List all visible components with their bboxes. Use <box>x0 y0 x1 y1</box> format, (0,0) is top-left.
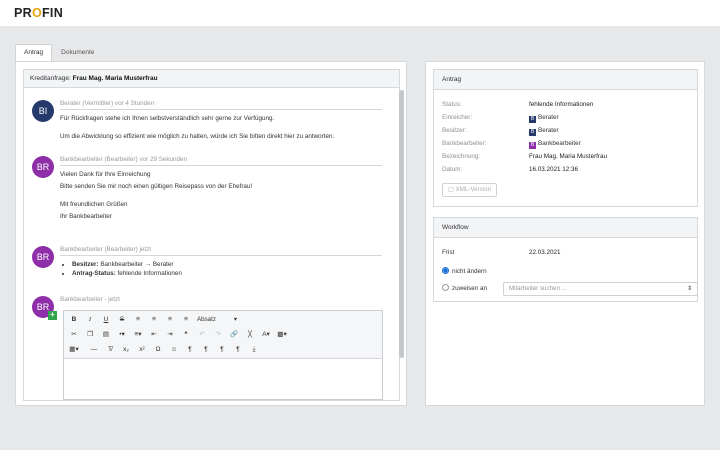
show-blocks-icon[interactable]: ¶ <box>230 343 246 356</box>
profin-logo[interactable]: PROFIN <box>14 6 63 20</box>
italic-button[interactable]: I <box>82 313 98 326</box>
file-icon: ▢ <box>448 186 454 193</box>
avatar: BI <box>32 100 54 122</box>
undo-icon[interactable]: ↶ <box>194 328 210 341</box>
ltr-icon[interactable]: ¶ <box>182 343 198 356</box>
copy-icon[interactable]: ❐ <box>82 328 98 341</box>
option-keep[interactable]: nicht ändern <box>442 267 692 276</box>
horizontal-line-icon[interactable]: — <box>86 343 102 356</box>
list-item: Besitzer: Bankbearbeiter → Berater <box>72 260 382 269</box>
text-color-icon[interactable]: A▾ <box>258 328 274 341</box>
workflow-title: Workflow <box>434 218 697 238</box>
user-badge-icon: B <box>529 142 536 149</box>
list-item: Antrag-Status: fehlende Informationen <box>72 269 382 278</box>
info-row: Einreicher: B Berater <box>442 114 559 123</box>
chevron-down-icon: ▾ <box>233 315 237 323</box>
emoji-icon[interactable]: ☺ <box>166 343 182 356</box>
chevron-updown-icon: ⇕ <box>686 286 692 292</box>
paragraph-icon[interactable]: ¶ <box>214 343 230 356</box>
bullet-list-icon[interactable]: •▾ <box>114 328 130 341</box>
employee-search-select[interactable]: Mitarbeiter suchen ... ⇕ <box>503 282 698 296</box>
table-icon[interactable]: ▦▾ <box>66 343 82 356</box>
message-meta: Bankbearbeiter (Bearbeiter) vor 29 Sekun… <box>60 156 382 166</box>
tab-antrag[interactable]: Antrag <box>15 44 53 62</box>
align-center-icon[interactable]: ≡ <box>146 313 162 326</box>
tab-bar: Antrag Dokumente <box>15 44 103 62</box>
user-badge-icon: B <box>529 116 536 123</box>
info-row: Status: fehlende Informationen <box>442 101 594 108</box>
conversation-scrollbar[interactable] <box>399 90 404 358</box>
message-body: Besitzer: Bankbearbeiter → Berater Antra… <box>60 260 382 278</box>
format-select[interactable]: Absatz ▾ <box>194 314 240 326</box>
top-bar: PROFIN <box>0 0 720 26</box>
subscript-icon[interactable]: x₂ <box>118 343 134 356</box>
rtl-icon[interactable]: ¶ <box>198 343 214 356</box>
radio-assign[interactable] <box>442 284 449 291</box>
cut-icon[interactable]: ✂ <box>66 328 82 341</box>
option-assign: zuweisen an Mitarbeiter suchen ... ⇕ <box>442 282 698 296</box>
user-badge-icon: B <box>529 129 536 136</box>
redo-icon[interactable]: ↷ <box>210 328 226 341</box>
bold-button[interactable]: B <box>66 313 82 326</box>
frist-row: Frist 22.03.2021 <box>442 249 561 256</box>
editor-toolbar: B I U S ≡ ≡ ≡ ≡ Absatz ▾ ✂ ❐ ▤ •▾ ≡▾ ⇤ ⇥… <box>64 311 382 359</box>
paste-icon[interactable]: ▤ <box>98 328 114 341</box>
avatar: BR <box>32 156 54 178</box>
avatar: BR <box>32 246 54 268</box>
upload-icon[interactable]: ⤓ <box>246 343 262 356</box>
rich-text-editor: B I U S ≡ ≡ ≡ ≡ Absatz ▾ ✂ ❐ ▤ •▾ ≡▾ ⇤ ⇥… <box>63 310 383 400</box>
underline-button[interactable]: U <box>98 313 114 326</box>
special-char-icon[interactable]: Ω <box>150 343 166 356</box>
clear-format-icon[interactable]: T̸ <box>102 343 118 356</box>
workflow-card: Workflow Frist 22.03.2021 nicht ändern z… <box>433 217 698 302</box>
info-row: Besitzer: B Berater <box>442 127 559 136</box>
conversation-header: Kreditanfrage: Frau Mag. Maria Musterfra… <box>24 70 399 88</box>
align-right-icon[interactable]: ≡ <box>162 313 178 326</box>
xml-version-button[interactable]: ▢ XML-Version <box>442 183 498 197</box>
quote-icon[interactable]: ❝ <box>178 328 194 341</box>
highlight-color-icon[interactable]: ▩▾ <box>274 328 290 341</box>
add-icon[interactable]: + <box>48 311 57 320</box>
align-justify-icon[interactable]: ≡ <box>178 313 194 326</box>
align-left-icon[interactable]: ≡ <box>130 313 146 326</box>
unlink-icon[interactable]: ╳ <box>242 328 258 341</box>
link-icon[interactable]: 🔗 <box>226 328 242 341</box>
customer-name: Frau Mag. Maria Musterfrau <box>72 75 158 82</box>
indent-icon[interactable]: ⇥ <box>162 328 178 341</box>
antrag-info-card: Antrag Status: fehlende Informationen Ei… <box>433 69 698 207</box>
message-meta: Berater (Vermittler) vor 4 Stunden <box>60 100 382 110</box>
info-row: Bankbearbeiter: B Bankbearbeiter <box>442 140 581 149</box>
change-list: Besitzer: Bankbearbeiter → Berater Antra… <box>60 260 382 278</box>
message-body: Vielen Dank für Ihre Einreichung Bitte s… <box>60 171 253 220</box>
strikethrough-button[interactable]: S <box>114 313 130 326</box>
radio-keep[interactable] <box>442 267 449 274</box>
info-row: Datum: 16.03.2021 12:36 <box>442 166 579 173</box>
side-panel: Antrag Status: fehlende Informationen Ei… <box>425 61 705 406</box>
info-row: Bezeichnung: Frau Mag. Maria Musterfrau <box>442 153 608 160</box>
message-meta: Bankbearbeiter (Bearbeiter) jetzt <box>60 246 382 256</box>
message-meta: Bankbearbeiter - jetzt <box>60 296 120 303</box>
antrag-info-title: Antrag <box>434 70 697 90</box>
message-body: Für Rückfragen stehe ich Ihnen selbstver… <box>60 115 335 140</box>
outdent-icon[interactable]: ⇤ <box>146 328 162 341</box>
numbered-list-icon[interactable]: ≡▾ <box>130 328 146 341</box>
tab-dokumente[interactable]: Dokumente <box>52 44 103 62</box>
superscript-icon[interactable]: x² <box>134 343 150 356</box>
